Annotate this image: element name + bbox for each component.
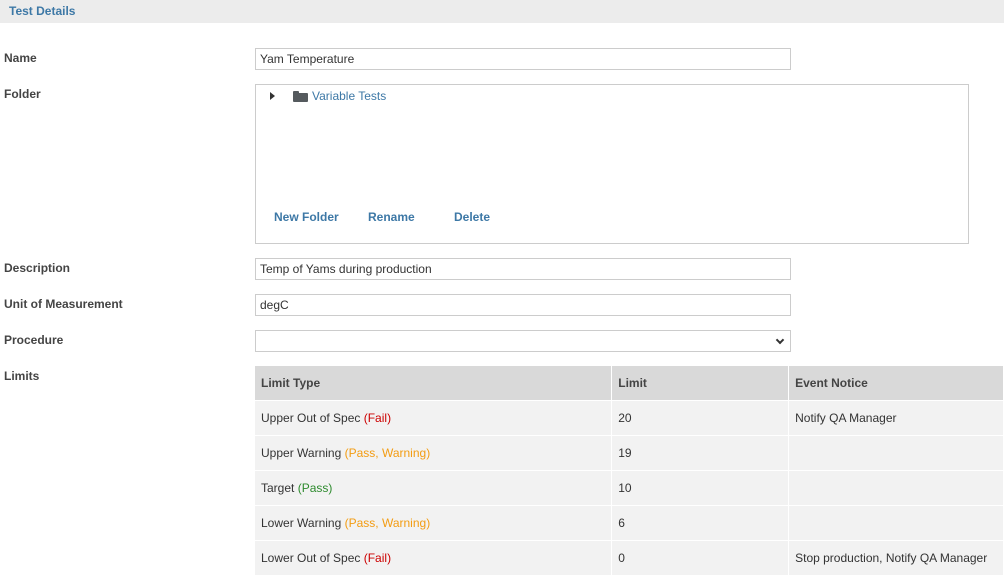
- event-notice-cell: Stop production, Notify QA Manager: [788, 539, 1004, 575]
- limit-value-cell: 0: [611, 539, 790, 575]
- folder-actions: New Folder Rename Delete: [274, 210, 490, 224]
- table-row[interactable]: Target (Pass) 10: [255, 469, 1004, 505]
- new-folder-button[interactable]: New Folder: [274, 210, 368, 224]
- limits-table: Limit Type Limit Event Notice Upper Out …: [255, 366, 1004, 575]
- event-notice-cell: [788, 469, 1004, 505]
- event-notice-cell: [788, 504, 1004, 540]
- status-text: (Pass): [297, 480, 333, 495]
- limit-type-text: Lower Out of Spec: [261, 550, 361, 565]
- header-limit-type: Limit Type: [255, 366, 613, 400]
- limit-type-cell: Lower Warning (Pass, Warning): [255, 504, 613, 540]
- procedure-label: Procedure: [4, 333, 64, 347]
- unit-label: Unit of Measurement: [4, 297, 123, 311]
- table-row[interactable]: Upper Warning (Pass, Warning) 19: [255, 434, 1004, 470]
- event-notice-cell: Notify QA Manager: [788, 399, 1004, 435]
- table-row[interactable]: Lower Warning (Pass, Warning) 6: [255, 504, 1004, 540]
- rename-button[interactable]: Rename: [368, 210, 454, 224]
- limit-type-text: Upper Out of Spec: [261, 410, 361, 425]
- section-title: Test Details: [9, 4, 76, 18]
- folder-icon: [293, 90, 308, 102]
- tree-node-label[interactable]: Variable Tests: [312, 89, 386, 103]
- header-event-notice: Event Notice: [788, 366, 1004, 400]
- tree-node-variable-tests[interactable]: Variable Tests: [270, 88, 386, 104]
- limit-type-cell: Target (Pass): [255, 469, 613, 505]
- section-header: Test Details: [0, 0, 1004, 23]
- status-text: (Pass, Warning): [344, 445, 431, 460]
- limits-label: Limits: [4, 369, 40, 383]
- limit-value-cell: 19: [611, 434, 790, 470]
- description-field[interactable]: [255, 258, 791, 280]
- status-text: (Pass, Warning): [344, 515, 431, 530]
- delete-button[interactable]: Delete: [454, 210, 490, 224]
- limit-type-text: Upper Warning: [261, 445, 342, 460]
- description-label: Description: [4, 261, 71, 275]
- status-text: (Fail): [363, 550, 392, 565]
- limit-type-text: Lower Warning: [261, 515, 342, 530]
- limit-type-text: Target: [261, 480, 295, 495]
- limit-value-cell: 10: [611, 469, 790, 505]
- table-header-row: Limit Type Limit Event Notice: [255, 366, 1004, 400]
- limit-type-cell: Upper Out of Spec (Fail): [255, 399, 613, 435]
- folder-tree-panel: Variable Tests New Folder Rename Delete: [255, 84, 969, 244]
- limit-type-cell: Upper Warning (Pass, Warning): [255, 434, 613, 470]
- expand-arrow-icon[interactable]: [270, 92, 275, 100]
- folder-label: Folder: [4, 87, 41, 101]
- name-field[interactable]: [255, 48, 791, 70]
- procedure-select[interactable]: [255, 330, 791, 352]
- table-row[interactable]: Lower Out of Spec (Fail) 0 Stop producti…: [255, 539, 1004, 575]
- status-text: (Fail): [363, 410, 392, 425]
- name-label: Name: [4, 51, 37, 65]
- limit-value-cell: 6: [611, 504, 790, 540]
- limit-type-cell: Lower Out of Spec (Fail): [255, 539, 613, 575]
- chevron-down-icon[interactable]: [772, 333, 788, 349]
- event-notice-cell: [788, 434, 1004, 470]
- unit-field[interactable]: [255, 294, 791, 316]
- header-limit: Limit: [611, 366, 790, 400]
- table-row[interactable]: Upper Out of Spec (Fail) 20 Notify QA Ma…: [255, 399, 1004, 435]
- limit-value-cell: 20: [611, 399, 790, 435]
